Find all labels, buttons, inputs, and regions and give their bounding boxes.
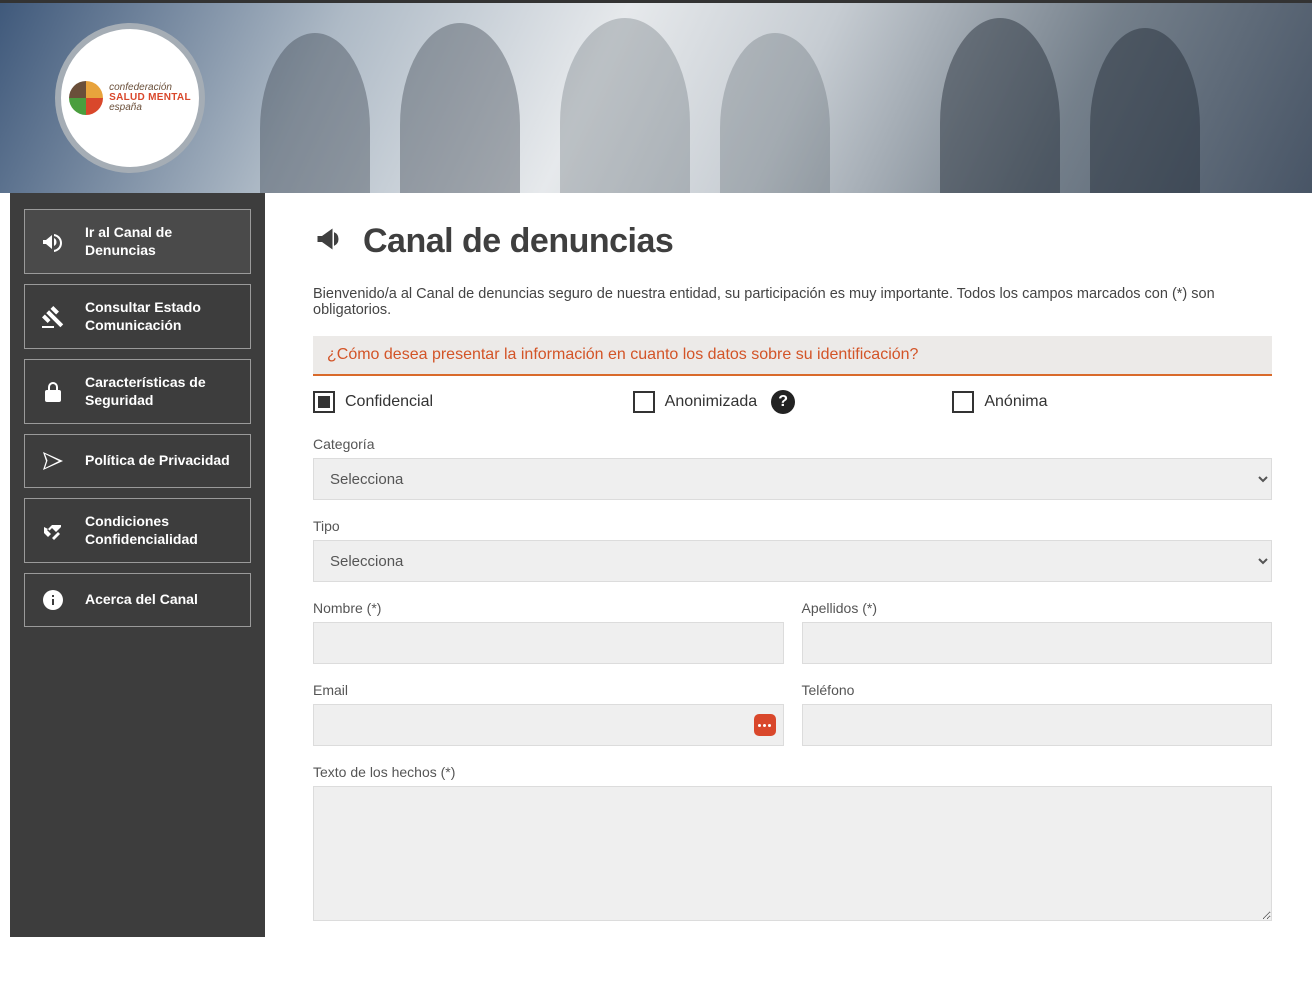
- sidebar-item-label: Características de Seguridad: [85, 374, 236, 409]
- silhouette: [400, 23, 520, 193]
- identification-question: ¿Cómo desea presentar la información en …: [313, 336, 1272, 376]
- email-label: Email: [313, 682, 784, 698]
- radio-anonimizada[interactable]: [633, 391, 655, 413]
- radio-anonima[interactable]: [952, 391, 974, 413]
- tipo-select[interactable]: Selecciona: [313, 540, 1272, 582]
- logo: confederación SALUD MENTAL españa: [55, 23, 205, 173]
- nombre-input[interactable]: [313, 622, 784, 664]
- email-input[interactable]: [313, 704, 784, 746]
- texto-label: Texto de los hechos (*): [313, 764, 1272, 780]
- bullhorn-icon: [313, 221, 349, 262]
- telefono-input[interactable]: [802, 704, 1273, 746]
- telefono-label: Teléfono: [802, 682, 1273, 698]
- intro-text: Bienvenido/a al Canal de denuncias segur…: [313, 286, 1272, 318]
- radio-anonima-label: Anónima: [984, 393, 1047, 411]
- handshake-icon: [39, 519, 67, 543]
- gavel-icon: [39, 305, 67, 329]
- sidebar-item-label: Consultar Estado Comunicación: [85, 299, 236, 334]
- silhouette: [560, 18, 690, 193]
- sidebar: Ir al Canal de Denuncias Consultar Estad…: [10, 193, 265, 937]
- help-icon[interactable]: ?: [771, 390, 795, 414]
- apellidos-label: Apellidos (*): [802, 600, 1273, 616]
- info-icon: [39, 588, 67, 612]
- hero-banner: confederación SALUD MENTAL españa: [0, 3, 1312, 193]
- categoria-select[interactable]: Selecciona: [313, 458, 1272, 500]
- logo-mark-icon: [69, 81, 103, 115]
- sidebar-item-label: Política de Privacidad: [85, 452, 236, 470]
- sidebar-item-label: Condiciones Confidencialidad: [85, 513, 236, 548]
- sidebar-item-condiciones[interactable]: Condiciones Confidencialidad: [24, 498, 251, 563]
- main-content: Canal de denuncias Bienvenido/a al Canal…: [265, 193, 1312, 984]
- page-title: Canal de denuncias: [363, 222, 673, 261]
- tipo-label: Tipo: [313, 518, 1272, 534]
- sidebar-item-privacidad[interactable]: Política de Privacidad: [24, 434, 251, 488]
- silhouette: [260, 33, 370, 193]
- password-manager-icon[interactable]: [754, 714, 776, 736]
- sidebar-item-seguridad[interactable]: Características de Seguridad: [24, 359, 251, 424]
- sidebar-item-acerca[interactable]: Acerca del Canal: [24, 573, 251, 627]
- silhouette: [1090, 28, 1200, 193]
- radio-confidencial-label: Confidencial: [345, 393, 433, 411]
- apellidos-input[interactable]: [802, 622, 1273, 664]
- silhouette: [940, 18, 1060, 193]
- plane-icon: [39, 449, 67, 473]
- sidebar-item-label: Ir al Canal de Denuncias: [85, 224, 236, 259]
- texto-textarea[interactable]: [313, 786, 1272, 921]
- sidebar-item-canal[interactable]: Ir al Canal de Denuncias: [24, 209, 251, 274]
- bullhorn-icon: [39, 230, 67, 254]
- silhouette: [720, 33, 830, 193]
- lock-icon: [39, 380, 67, 404]
- nombre-label: Nombre (*): [313, 600, 784, 616]
- sidebar-item-estado[interactable]: Consultar Estado Comunicación: [24, 284, 251, 349]
- radio-confidencial[interactable]: [313, 391, 335, 413]
- sidebar-item-label: Acerca del Canal: [85, 591, 236, 609]
- logo-line3: españa: [109, 103, 191, 113]
- categoria-label: Categoría: [313, 436, 1272, 452]
- radio-anonimizada-label: Anonimizada: [665, 393, 758, 411]
